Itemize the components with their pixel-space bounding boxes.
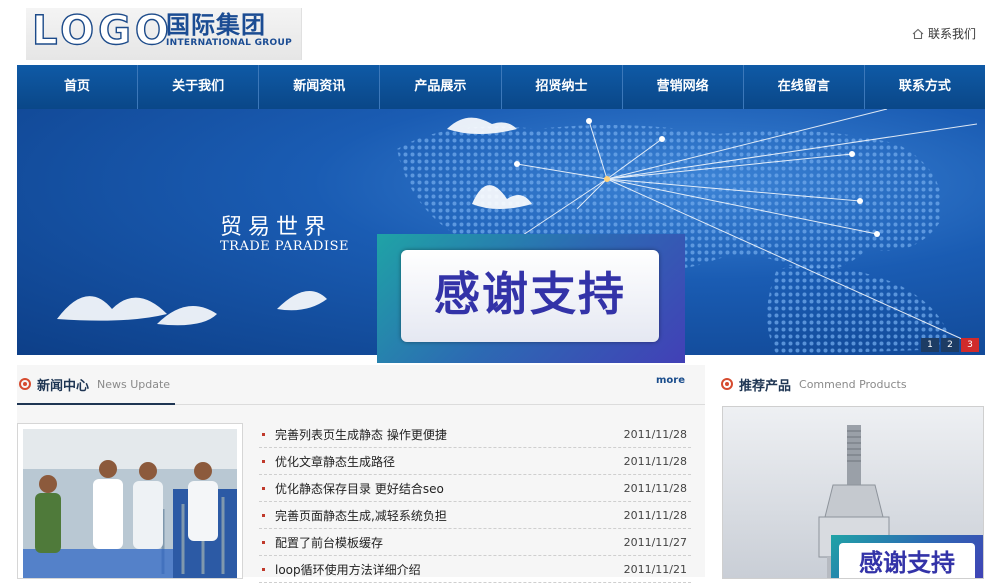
products-header: 推荐产品 Commend Products xyxy=(721,365,907,403)
bullet-icon xyxy=(262,432,265,436)
news-item-title[interactable]: 配置了前台模板缓存 xyxy=(275,534,624,551)
news-item[interactable]: 优化文章静态生成路径 2011/11/28 xyxy=(259,448,691,475)
news-item-title[interactable]: 完善页面静态生成,减轻系统负担 xyxy=(275,507,624,524)
bullet-icon xyxy=(262,486,265,490)
news-item[interactable]: 完善页面静态生成,减轻系统负担 2011/11/28 xyxy=(259,502,691,529)
news-item[interactable]: loop循环使用方法详细介绍 2011/11/21 xyxy=(259,556,691,583)
news-photo-image xyxy=(23,429,237,578)
products-thanks-card: 感谢支持 xyxy=(839,543,975,578)
contact-us-label: 联系我们 xyxy=(927,27,976,41)
product-image[interactable]: 感谢支持 xyxy=(722,406,984,579)
nav-news[interactable]: 新闻资讯 xyxy=(258,65,379,109)
bullet-icon xyxy=(262,540,265,544)
nav-about[interactable]: 关于我们 xyxy=(137,65,258,109)
news-header: 新闻中心 News Update xyxy=(19,365,170,403)
news-item-date: 2011/11/28 xyxy=(623,508,687,522)
banner-page-3[interactable]: 3 xyxy=(961,338,979,352)
bullet-icon xyxy=(262,513,265,517)
logo-mark: LOGO xyxy=(31,8,173,54)
site-header: LOGO 国际集团 INTERNATIONAL GROUP 联系我们 xyxy=(0,0,1002,64)
products-thanks-overlay: 感谢支持 xyxy=(831,535,983,578)
logo-english-name: INTERNATIONAL GROUP xyxy=(166,38,292,48)
products-subtitle: Commend Products xyxy=(799,377,907,391)
nav-home[interactable]: 首页 xyxy=(17,65,137,109)
banner-page-1[interactable]: 1 xyxy=(921,338,939,352)
news-item-title[interactable]: 优化文章静态生成路径 xyxy=(275,453,624,470)
target-icon xyxy=(721,378,733,390)
thanks-overlay-card: 感谢支持 xyxy=(401,250,659,342)
banner-page-2[interactable]: 2 xyxy=(941,338,959,352)
products-thanks-text: 感谢支持 xyxy=(859,549,955,577)
main-nav: 首页 关于我们 新闻资讯 产品展示 招贤纳士 营销网络 在线留言 联系方式 xyxy=(17,65,985,109)
news-item-title[interactable]: loop循环使用方法详细介绍 xyxy=(275,561,624,578)
news-section: 新闻中心 News Update more 完善列表页生成静态 操作更便捷 20… xyxy=(17,365,705,583)
nav-contact[interactable]: 联系方式 xyxy=(863,65,985,109)
nav-message[interactable]: 在线留言 xyxy=(742,65,864,109)
contact-us-link[interactable]: 联系我们 xyxy=(912,25,976,42)
news-more-link[interactable]: more xyxy=(656,375,685,386)
thanks-overlay: 感谢支持 xyxy=(377,234,685,363)
banner-title-cn: 贸易世界 xyxy=(220,215,333,240)
news-item-title[interactable]: 完善列表页生成静态 操作更便捷 xyxy=(275,426,624,443)
news-item[interactable]: 优化静态保存目录 更好结合seo 2011/11/28 xyxy=(259,475,691,502)
nav-products[interactable]: 产品展示 xyxy=(379,65,500,109)
home-icon xyxy=(912,28,924,39)
banner-pager: 1 2 3 xyxy=(921,338,979,352)
target-icon xyxy=(19,378,31,390)
thanks-overlay-text: 感谢支持 xyxy=(434,267,626,321)
news-title: 新闻中心 xyxy=(37,378,90,394)
news-item-date: 2011/11/21 xyxy=(623,562,687,576)
nav-careers[interactable]: 招贤纳士 xyxy=(500,65,622,109)
logo-chinese-name: 国际集团 xyxy=(166,11,266,39)
news-item[interactable]: 配置了前台模板缓存 2011/11/27 xyxy=(259,529,691,556)
news-item-date: 2011/11/28 xyxy=(623,481,687,495)
products-title: 推荐产品 xyxy=(739,378,792,394)
news-photo[interactable] xyxy=(17,423,243,579)
nav-network[interactable]: 营销网络 xyxy=(621,65,743,109)
news-list: 完善列表页生成静态 操作更便捷 2011/11/28 优化文章静态生成路径 20… xyxy=(259,421,691,583)
banner-title-en: TRADE PARADISE xyxy=(220,239,349,254)
news-item-title[interactable]: 优化静态保存目录 更好结合seo xyxy=(275,480,624,497)
bullet-icon xyxy=(262,567,265,571)
news-item-date: 2011/11/27 xyxy=(623,535,687,549)
news-title-underline xyxy=(17,403,175,405)
news-item[interactable]: 完善列表页生成静态 操作更便捷 2011/11/28 xyxy=(259,421,691,448)
news-item-date: 2011/11/28 xyxy=(623,454,687,468)
news-item-date: 2011/11/28 xyxy=(623,427,687,441)
products-section: 推荐产品 Commend Products 感谢支持 xyxy=(717,365,985,579)
bullet-icon xyxy=(262,459,265,463)
news-subtitle: News Update xyxy=(97,377,171,391)
